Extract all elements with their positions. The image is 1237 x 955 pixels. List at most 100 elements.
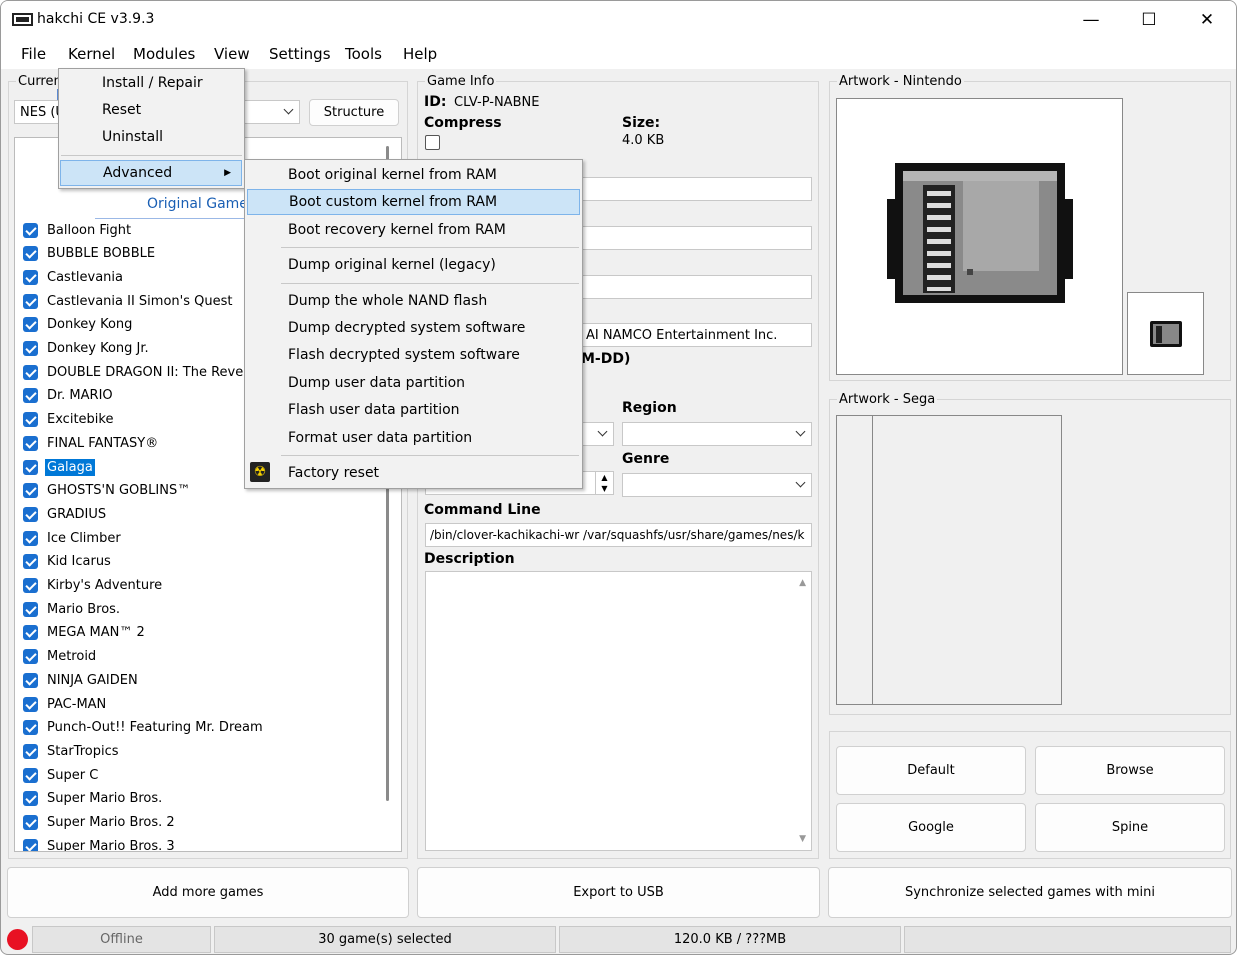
- checkbox-checked-icon[interactable]: [23, 293, 38, 309]
- list-item[interactable]: NINJA GAIDEN: [23, 669, 140, 691]
- submenu-item[interactable]: Dump decrypted system software: [247, 315, 580, 341]
- list-item[interactable]: Metroid: [23, 646, 98, 668]
- checkbox-checked-icon[interactable]: [23, 578, 38, 593]
- list-item[interactable]: GHOSTS'N GOBLINS™: [23, 480, 192, 502]
- description-textarea[interactable]: ▲ ▼: [425, 571, 812, 851]
- name-field[interactable]: [581, 177, 812, 201]
- publisher-field[interactable]: AI NAMCO Entertainment Inc.: [581, 323, 812, 347]
- checkbox-checked-icon[interactable]: [23, 767, 38, 783]
- checkbox-checked-icon[interactable]: [23, 435, 38, 451]
- checkbox-checked-icon[interactable]: [23, 506, 38, 522]
- list-item[interactable]: Punch-Out!! Featuring Mr. Dream: [23, 717, 265, 739]
- submenu-item[interactable]: Dump user data partition: [247, 370, 580, 396]
- scroll-up-icon[interactable]: ▲: [799, 578, 806, 588]
- checkbox-checked-icon[interactable]: [23, 222, 38, 238]
- maximize-button[interactable]: ☐: [1120, 1, 1178, 39]
- list-item[interactable]: PAC-MAN: [23, 693, 108, 715]
- structure-button[interactable]: Structure: [309, 99, 399, 126]
- genre-select[interactable]: [622, 473, 812, 497]
- submenu-item[interactable]: Boot custom kernel from RAM: [247, 189, 580, 216]
- menu-file[interactable]: File: [21, 45, 46, 63]
- checkbox-checked-icon[interactable]: [23, 341, 38, 356]
- list-item[interactable]: Castlevania: [23, 266, 125, 288]
- checkbox-checked-icon[interactable]: [23, 364, 38, 380]
- submenu-item[interactable]: Dump the whole NAND flash: [247, 288, 580, 314]
- submenu-item[interactable]: Flash decrypted system software: [247, 342, 580, 368]
- checkbox-checked-icon[interactable]: [23, 246, 38, 262]
- checkbox-checked-icon[interactable]: [23, 791, 38, 807]
- checkbox-checked-icon[interactable]: [23, 625, 38, 641]
- list-item[interactable]: Donkey Kong Jr.: [23, 338, 151, 360]
- checkbox-checked-icon[interactable]: [23, 672, 38, 688]
- checkbox-checked-icon[interactable]: [23, 483, 38, 499]
- list-item[interactable]: Super Mario Bros. 3: [23, 835, 177, 851]
- menu-item-install-repair[interactable]: Install / Repair: [102, 70, 203, 96]
- list-item[interactable]: Castlevania II Simon's Quest: [23, 290, 234, 312]
- sort-name-field[interactable]: [581, 226, 812, 250]
- nintendo-thumbnail[interactable]: [1127, 292, 1204, 375]
- nintendo-cover-image[interactable]: [836, 98, 1123, 375]
- checkbox-checked-icon[interactable]: [23, 838, 38, 851]
- menu-view[interactable]: View: [214, 45, 250, 63]
- checkbox-checked-icon[interactable]: [23, 815, 38, 830]
- checkbox-checked-icon[interactable]: [23, 269, 38, 285]
- checkbox-checked-icon[interactable]: [23, 412, 38, 428]
- menu-help[interactable]: Help: [403, 45, 437, 63]
- checkbox-checked-icon[interactable]: [23, 530, 38, 546]
- region-select[interactable]: [622, 422, 812, 446]
- submenu-item[interactable]: Dump original kernel (legacy): [247, 252, 580, 278]
- menu-item-uninstall[interactable]: Uninstall: [102, 124, 163, 150]
- list-item[interactable]: Ice Climber: [23, 527, 123, 549]
- list-item[interactable]: Super Mario Bros.: [23, 788, 164, 810]
- list-item[interactable]: Super C: [23, 764, 100, 786]
- submenu-item[interactable]: Boot original kernel from RAM: [247, 162, 580, 188]
- menu-tools[interactable]: Tools: [345, 45, 382, 63]
- checkbox-checked-icon[interactable]: [23, 649, 38, 665]
- menu-settings[interactable]: Settings: [269, 45, 331, 63]
- checkbox-checked-icon[interactable]: [23, 554, 38, 570]
- menu-item-advanced[interactable]: Advanced ▶: [60, 160, 242, 186]
- max-players-field[interactable]: [581, 275, 812, 299]
- submenu-item[interactable]: Flash user data partition: [247, 397, 580, 423]
- command-line-field[interactable]: /bin/clover-kachikachi-wr /var/squashfs/…: [425, 523, 812, 547]
- list-item[interactable]: Dr. MARIO: [23, 385, 115, 407]
- browse-button[interactable]: Browse: [1035, 746, 1225, 795]
- spin-arrows-icon[interactable]: ▲ ▼: [595, 472, 613, 494]
- sega-cover-image[interactable]: [836, 415, 1062, 705]
- list-item[interactable]: Donkey Kong: [23, 314, 134, 336]
- add-more-games-button[interactable]: Add more games: [7, 867, 409, 918]
- submenu-item[interactable]: Format user data partition: [247, 425, 580, 451]
- export-usb-button[interactable]: Export to USB: [417, 867, 820, 918]
- checkbox-checked-icon[interactable]: [23, 317, 38, 333]
- menu-item-reset[interactable]: Reset: [102, 97, 141, 123]
- list-item[interactable]: Kirby's Adventure: [23, 575, 164, 597]
- checkbox-checked-icon[interactable]: [23, 459, 38, 475]
- list-item[interactable]: MEGA MAN™ 2: [23, 622, 147, 644]
- list-item[interactable]: DOUBLE DRAGON II: The Reveng: [23, 361, 262, 383]
- list-item[interactable]: FINAL FANTASY®: [23, 432, 160, 454]
- checkbox-checked-icon[interactable]: [23, 720, 38, 736]
- spine-button[interactable]: Spine: [1035, 803, 1225, 852]
- list-item[interactable]: GRADIUS: [23, 503, 108, 525]
- list-item[interactable]: Excitebike: [23, 409, 115, 431]
- list-item[interactable]: Galaga: [23, 456, 95, 478]
- list-item[interactable]: Kid Icarus: [23, 551, 113, 573]
- menu-kernel[interactable]: Kernel: [68, 45, 115, 63]
- checkbox-checked-icon[interactable]: [23, 743, 38, 759]
- list-item[interactable]: Balloon Fight: [23, 219, 133, 241]
- submenu-item[interactable]: ☢ Factory reset: [247, 460, 580, 486]
- submenu-item[interactable]: Boot recovery kernel from RAM: [247, 217, 580, 243]
- list-item[interactable]: Super Mario Bros. 2: [23, 812, 177, 834]
- checkbox-checked-icon[interactable]: [23, 601, 38, 617]
- compress-checkbox[interactable]: [425, 135, 440, 150]
- list-item[interactable]: Mario Bros.: [23, 598, 122, 620]
- menu-modules[interactable]: Modules: [133, 45, 195, 63]
- scroll-down-icon[interactable]: ▼: [799, 834, 806, 844]
- players-select[interactable]: [581, 422, 614, 446]
- checkbox-checked-icon[interactable]: [23, 388, 38, 404]
- google-button[interactable]: Google: [836, 803, 1026, 852]
- synchronize-button[interactable]: Synchronize selected games with mini: [828, 867, 1232, 918]
- list-item[interactable]: BUBBLE BOBBLE: [23, 243, 157, 265]
- minimize-button[interactable]: —: [1062, 1, 1120, 39]
- checkbox-checked-icon[interactable]: [23, 696, 38, 712]
